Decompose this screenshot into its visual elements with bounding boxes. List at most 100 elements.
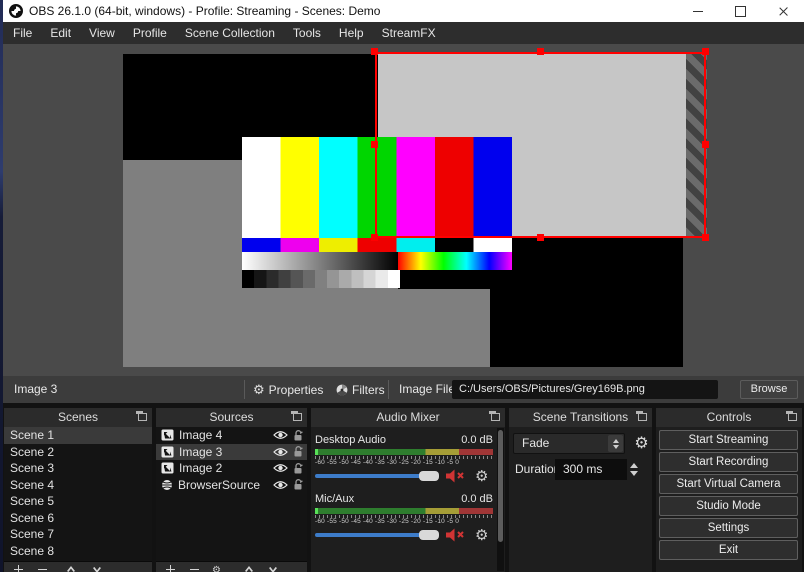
minimize-button[interactable]: [681, 0, 715, 22]
scene-list-item[interactable]: Scene 7: [4, 526, 152, 543]
channel-name: Mic/Aux: [315, 493, 355, 505]
image-source-icon: [161, 446, 174, 458]
selection-handle-top-right[interactable]: [702, 48, 709, 55]
scene-list-item[interactable]: Scene 8: [4, 543, 152, 560]
maximize-button[interactable]: [723, 0, 757, 22]
source-list-item[interactable]: Image 3: [156, 443, 307, 460]
menu-tools[interactable]: Tools: [284, 22, 330, 44]
selection-rectangle[interactable]: [375, 52, 706, 238]
start-virtual-camera-button[interactable]: Start Virtual Camera: [659, 474, 798, 494]
dock-config-icon[interactable]: [291, 411, 302, 421]
source-list-item[interactable]: Image 4: [156, 427, 307, 444]
menu-view[interactable]: View: [80, 22, 124, 44]
properties-label: Properties: [268, 382, 324, 397]
scene-list-item[interactable]: Scene 3: [4, 460, 152, 477]
volume-meter: [315, 449, 493, 455]
transition-dropdown[interactable]: Fade: [513, 433, 625, 454]
volume-slider-handle[interactable]: [419, 471, 439, 481]
visibility-eye-icon[interactable]: [273, 447, 288, 457]
source-properties-icon[interactable]: ⚙: [212, 564, 221, 572]
remove-source-icon[interactable]: [190, 565, 199, 572]
channel-gear-icon[interactable]: ⚙: [475, 467, 488, 485]
scene-list-item[interactable]: Scene 6: [4, 510, 152, 527]
visibility-eye-icon[interactable]: [273, 430, 288, 440]
volume-slider-handle[interactable]: [419, 530, 439, 540]
image-file-input[interactable]: C:/Users/OBS/Pictures/Grey169B.png: [452, 380, 718, 399]
source-list-item[interactable]: BrowserSource: [156, 477, 307, 494]
scene-transitions-title: Scene Transitions: [532, 410, 629, 424]
spin-up-icon[interactable]: [630, 463, 638, 468]
move-scene-down-icon[interactable]: [92, 565, 102, 572]
unlock-icon[interactable]: [293, 479, 303, 490]
preview-canvas[interactable]: [0, 44, 804, 376]
dock-config-icon[interactable]: [136, 411, 147, 421]
menu-edit[interactable]: Edit: [41, 22, 80, 44]
start-recording-button[interactable]: Start Recording: [659, 452, 798, 472]
exit-button[interactable]: Exit: [659, 540, 798, 560]
duration-input[interactable]: 300 ms: [555, 459, 627, 480]
selection-handle-top-left[interactable]: [371, 48, 378, 55]
dropdown-arrows: [608, 435, 623, 452]
add-source-icon[interactable]: [166, 565, 175, 572]
move-source-up-icon[interactable]: [244, 565, 254, 572]
studio-mode-button[interactable]: Studio Mode: [659, 496, 798, 516]
unlock-icon[interactable]: [293, 429, 303, 441]
browser-source-icon: [161, 478, 173, 491]
visibility-eye-icon[interactable]: [273, 463, 288, 473]
scene-list-item[interactable]: Scene 1: [4, 427, 152, 444]
scene-list-item[interactable]: Scene 5: [4, 493, 152, 510]
start-streaming-button[interactable]: Start Streaming: [659, 430, 798, 450]
mute-speaker-icon[interactable]: [446, 469, 469, 483]
unlock-icon[interactable]: [293, 462, 303, 474]
menu-scene-collection[interactable]: Scene Collection: [176, 22, 284, 44]
filters-label: Filters: [352, 382, 385, 397]
remove-scene-icon[interactable]: [38, 565, 47, 572]
scene-list-item[interactable]: Scene 4: [4, 477, 152, 494]
unlock-icon[interactable]: [293, 446, 303, 457]
mute-speaker-icon[interactable]: [446, 528, 469, 542]
chevron-down-icon: [612, 444, 619, 449]
source-list-item[interactable]: Image 2: [156, 460, 307, 477]
meter-scale-labels: -60 -55 -50 -45 -40 -35 -30 -25 -20 -15 …: [315, 459, 460, 466]
source-toolbar: Image 3 ⚙ Properties Filters Image File …: [0, 376, 804, 403]
duration-spinner[interactable]: [630, 459, 638, 480]
settings-button[interactable]: Settings: [659, 518, 798, 538]
menu-help[interactable]: Help: [330, 22, 373, 44]
add-scene-icon[interactable]: [14, 565, 23, 572]
visibility-eye-icon[interactable]: [273, 480, 288, 490]
close-button[interactable]: [766, 0, 800, 22]
selection-handle-top-mid[interactable]: [537, 48, 544, 55]
browse-button[interactable]: Browse: [740, 380, 798, 399]
move-scene-up-icon[interactable]: [66, 565, 76, 572]
audio-mixer-title: Audio Mixer: [376, 410, 440, 424]
properties-button[interactable]: ⚙ Properties: [253, 376, 323, 403]
filters-button[interactable]: Filters: [336, 376, 385, 403]
sources-title: Sources: [209, 410, 254, 424]
channel-name: Desktop Audio: [315, 434, 386, 446]
selection-handle-bottom-mid[interactable]: [537, 234, 544, 241]
scene-list-item[interactable]: Scene 2: [4, 444, 152, 461]
mixer-scrollbar[interactable]: [497, 428, 504, 571]
selection-handle-mid-right[interactable]: [702, 141, 709, 148]
selection-handle-bottom-left[interactable]: [371, 234, 378, 241]
selection-handle-mid-left[interactable]: [371, 141, 378, 148]
minimize-icon: [693, 10, 703, 12]
move-source-down-icon[interactable]: [268, 565, 278, 572]
menu-streamfx[interactable]: StreamFX: [373, 22, 445, 44]
rainbow-gradient-strip: [398, 252, 512, 270]
dock-config-icon[interactable]: [786, 411, 797, 421]
menu-profile[interactable]: Profile: [124, 22, 176, 44]
selection-handle-bottom-right[interactable]: [702, 234, 709, 241]
source-name: Image 3: [179, 444, 223, 459]
channel-gear-icon[interactable]: ⚙: [475, 526, 488, 544]
close-icon: [778, 6, 789, 17]
transition-gear-button[interactable]: ⚙: [631, 433, 652, 454]
menu-file[interactable]: File: [4, 22, 41, 44]
canvas-black-region-bottom-right: [490, 238, 683, 367]
dock-config-icon[interactable]: [489, 411, 500, 421]
spin-down-icon[interactable]: [630, 471, 638, 476]
dock-config-icon[interactable]: [636, 411, 647, 421]
scrollbar-handle[interactable]: [498, 430, 503, 542]
title-bar: OBS 26.1.0 (64-bit, windows) - Profile: …: [0, 0, 804, 22]
chevron-up-icon: [612, 438, 619, 443]
